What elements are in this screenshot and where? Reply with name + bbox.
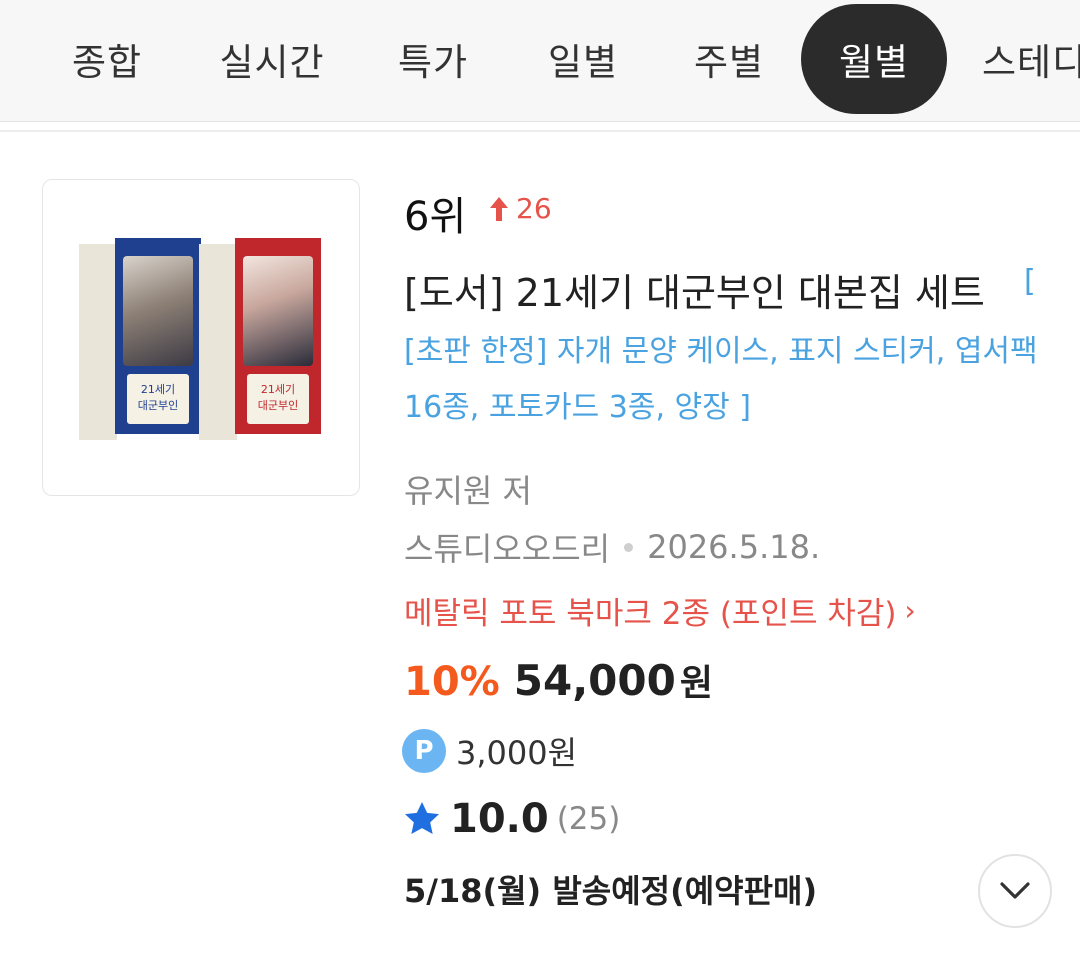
tab-weekly[interactable]: 주별 [686,4,772,114]
product-title[interactable]: [도서] 21세기 대군부인 대본집 세트 [404,262,985,317]
cover-text-line2: 대군부인 [257,399,299,412]
author[interactable]: 유지원 저 [404,466,532,512]
point-row: P 3,000원 [402,728,577,774]
tab-daily[interactable]: 일별 [540,4,626,114]
rating-row[interactable]: 10.0 (25) [402,796,620,842]
publisher[interactable]: 스튜디오오드리 [404,524,610,570]
cover-text-line1: 21세기 [260,383,296,396]
rank-change: 26 [488,192,552,225]
price-row: 10% 54,000 원 [404,654,713,706]
rating-score: 10.0 [450,796,549,842]
chevron-down-icon [1000,882,1030,899]
price-unit: 원 [679,663,713,704]
tab-overall[interactable]: 종합 [64,4,150,114]
tabs-divider [0,130,1080,132]
subtitle-open-bracket: [ [1024,264,1036,299]
discount-rate: 10% [404,659,500,705]
publisher-row: 스튜디오오드리 2026.5.18. [404,524,820,570]
product-thumbnail[interactable]: 21세기 대군부인 21세기 대군부인 [42,179,360,496]
tab-special[interactable]: 특가 [390,4,476,114]
product-subtitle[interactable]: [초판 한정] 자개 문양 케이스, 표지 스티커, 엽서팩 16종, 포토카드… [404,324,1044,436]
point-badge-icon: P [402,729,446,773]
chevron-right-icon: › [904,594,916,627]
book-cover-blue: 21세기 대군부인 [79,238,201,440]
separator-dot [624,542,634,552]
promo-text: 메탈릭 포토 북마크 2종 (포인트 차감) [404,596,897,632]
cover-text-line1: 21세기 [140,383,176,396]
shipping-info: 5/18(월) 발송예정(예약판매) [404,872,818,910]
sale-price: 54,000 [513,656,676,705]
point-amount: 3,000원 [456,734,578,772]
rank-change-value: 26 [516,192,552,225]
promo-link[interactable]: 메탈릭 포토 북마크 2종 (포인트 차감) › [404,588,916,633]
ranking-period-tabs: 종합 실시간 특가 일별 주별 월별 스테디 [0,0,1080,122]
star-icon [405,802,439,834]
expand-button[interactable] [978,854,1052,928]
cover-text-line2: 대군부인 [137,399,179,412]
rank-label: 6위 [404,194,467,240]
review-count: (25) [556,801,621,837]
tab-steady[interactable]: 스테디 [982,4,1080,114]
publish-date: 2026.5.18. [647,528,821,566]
book-cover-red: 21세기 대군부인 [199,238,323,440]
tab-monthly[interactable]: 월별 [801,4,947,114]
arrow-up-icon [490,196,508,221]
tab-realtime[interactable]: 실시간 [210,4,334,114]
